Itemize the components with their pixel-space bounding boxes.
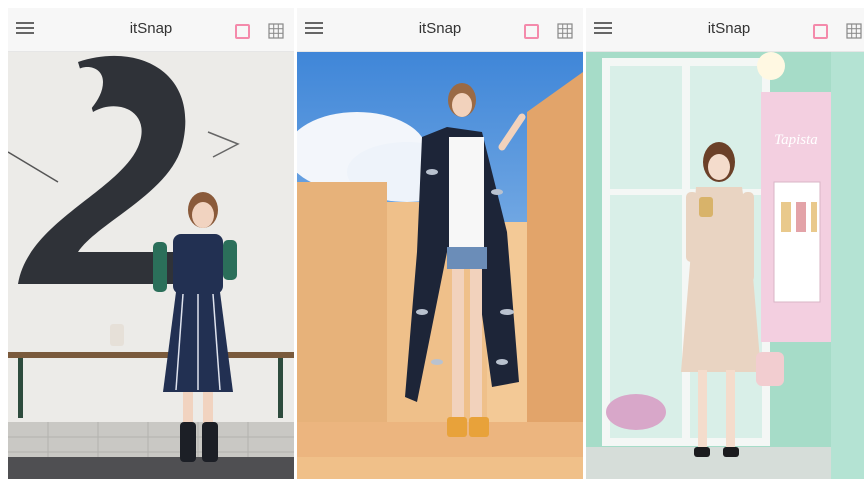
phone-screen-1: itSnap	[8, 8, 294, 479]
fashion-photo-1[interactable]	[8, 52, 294, 479]
app-title: itSnap	[418, 20, 462, 37]
phone-screen-3: itSnap Tapista	[586, 8, 864, 479]
fashion-photo-3[interactable]: Tapista	[586, 52, 864, 479]
app-title: itSnap	[129, 20, 173, 37]
single-view-icon[interactable]	[813, 24, 828, 39]
single-view-icon[interactable]	[235, 24, 250, 39]
grid-view-icon[interactable]	[268, 23, 284, 39]
photo-illustration: Tapista	[586, 52, 864, 479]
top-bar: itSnap	[297, 8, 583, 52]
top-bar: itSnap	[586, 8, 864, 52]
fashion-photo-2[interactable]	[297, 52, 583, 479]
single-view-icon[interactable]	[524, 24, 539, 39]
photo-illustration	[297, 52, 583, 479]
store-sign-text: Tapista	[774, 132, 818, 148]
grid-view-icon[interactable]	[557, 23, 573, 39]
grid-view-icon[interactable]	[846, 23, 862, 39]
top-bar: itSnap	[8, 8, 294, 52]
photo-illustration	[8, 52, 294, 479]
phone-screen-2: itSnap	[297, 8, 583, 479]
